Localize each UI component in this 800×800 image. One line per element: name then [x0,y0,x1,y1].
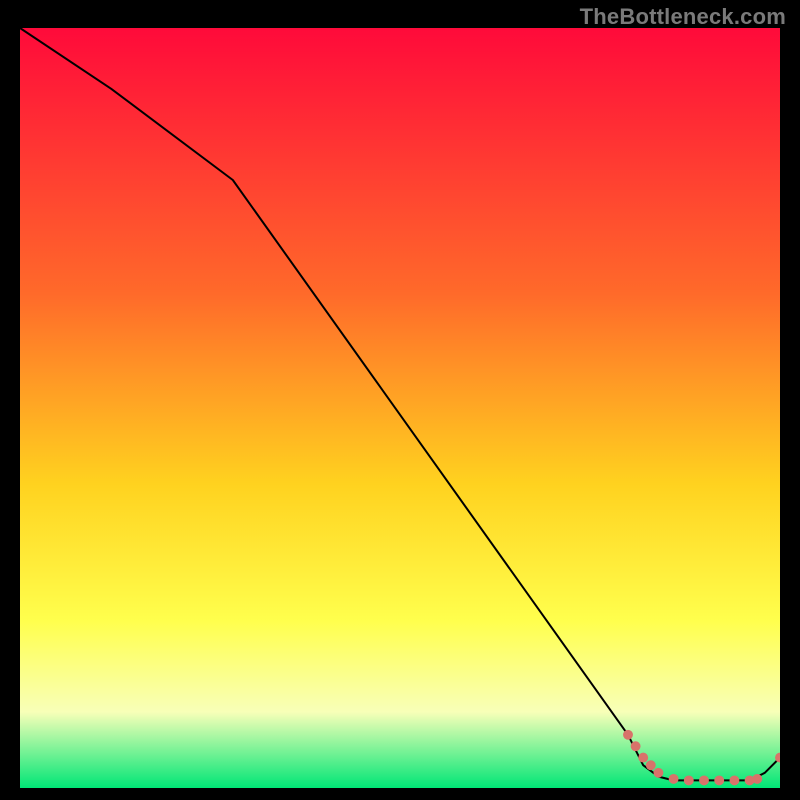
marker-point [638,753,648,763]
marker-point [729,775,739,785]
marker-point [669,774,679,784]
marker-point [684,775,694,785]
marker-point [631,741,641,751]
marker-point [623,730,633,740]
chart-frame: TheBottleneck.com [0,0,800,800]
plot-background [20,28,780,788]
bottleneck-chart [20,28,780,788]
marker-point [714,775,724,785]
watermark-text: TheBottleneck.com [580,4,786,30]
marker-point [752,774,762,784]
marker-point [653,768,663,778]
marker-point [699,775,709,785]
marker-point [646,760,656,770]
